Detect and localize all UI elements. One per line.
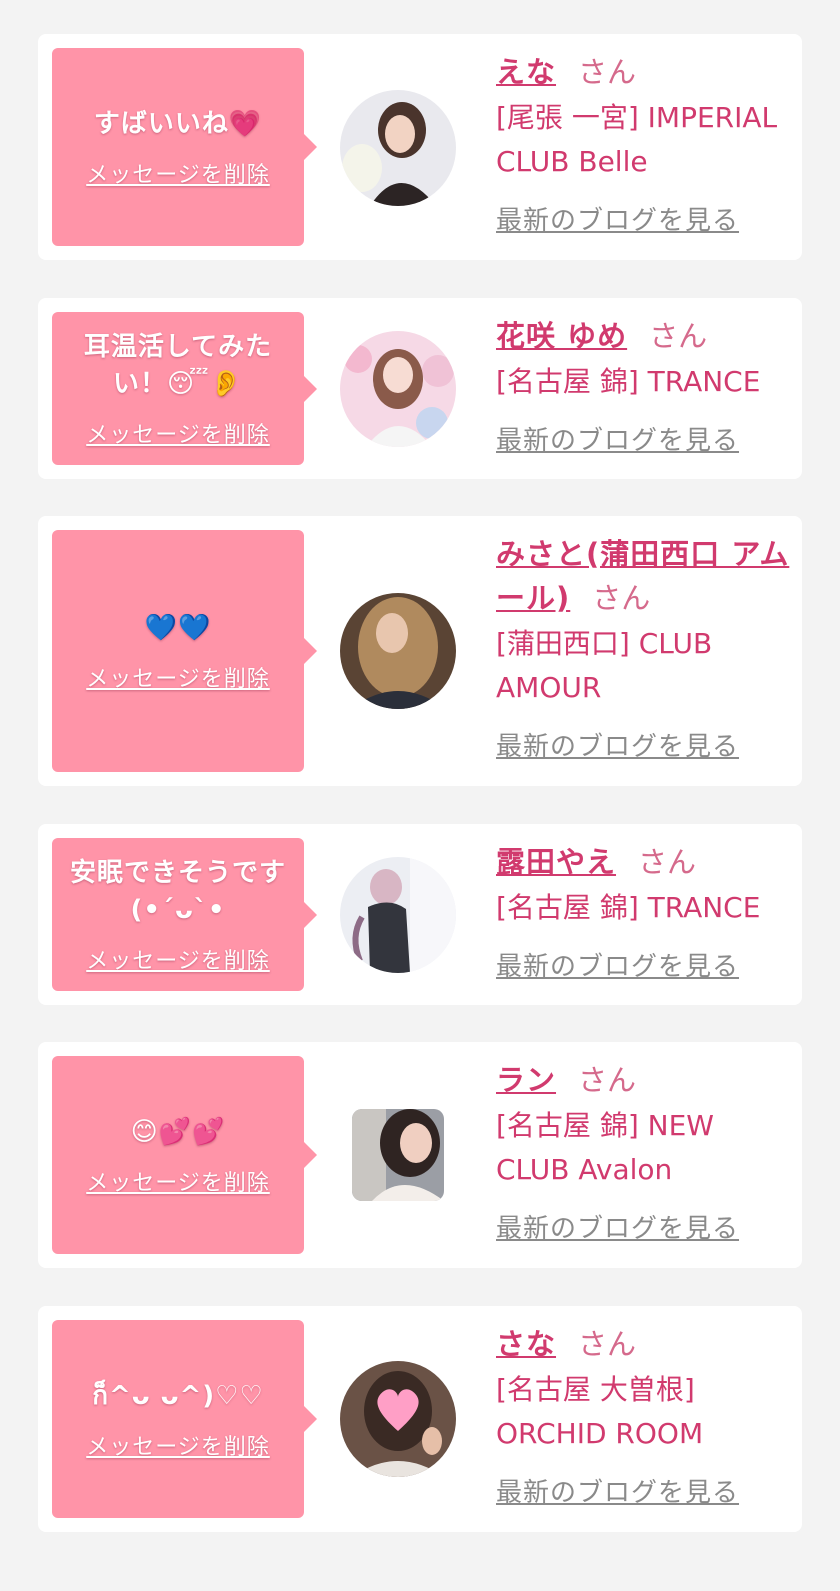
- latest-blog-link[interactable]: 最新のブログを見る: [496, 726, 796, 763]
- message-text: 安眠できそうです (•´ᴗ`•: [69, 857, 286, 925]
- message-text: 😊💕💕: [130, 1116, 226, 1147]
- cast-info: さな さん [名古屋 大曽根] ORCHID ROOM 最新のブログを見る: [496, 1322, 796, 1509]
- honorific: さん: [578, 1063, 637, 1097]
- cast-info: 花咲 ゆめ さん [名古屋 錦] TRANCE 最新のブログを見る: [496, 314, 796, 457]
- delete-message-link[interactable]: メッセージを削除: [86, 1429, 270, 1461]
- avatar-photo: [352, 1109, 444, 1201]
- message-card: 安眠できそうです (•´ᴗ`• メッセージを削除 露田やえ さん [名古屋 錦] …: [38, 824, 802, 1005]
- shop-name: [蒲田西口] CLUB AMOUR: [496, 627, 713, 704]
- latest-blog-link[interactable]: 最新のブログを見る: [496, 200, 796, 237]
- avatar-photo: [340, 90, 456, 206]
- message-card: 耳温活してみたい！😴👂 メッセージを削除 花咲 ゆめ さん [名古屋 錦] TRA…: [38, 298, 802, 479]
- cast-info: えな さん [尾張 一宮] IMPERIAL CLUB Belle 最新のブログを…: [496, 50, 796, 237]
- shop-name: [尾張 一宮] IMPERIAL CLUB Belle: [496, 101, 778, 178]
- cast-avatar[interactable]: [340, 593, 456, 709]
- cast-info: ラン さん [名古屋 錦] NEW CLUB Avalon 最新のブログを見る: [496, 1058, 796, 1245]
- cast-name-link[interactable]: えな: [496, 55, 556, 89]
- message-card: ก็^ᴗ ᴗ^)♡♡ メッセージを削除 さな さん [名古屋 大曽根] ORCHI…: [38, 1306, 802, 1532]
- shop-name: [名古屋 大曽根] ORCHID ROOM: [496, 1373, 704, 1450]
- delete-message-link[interactable]: メッセージを削除: [86, 943, 270, 975]
- cast-avatar[interactable]: [340, 1361, 456, 1477]
- cast-avatar[interactable]: [340, 331, 456, 447]
- shop-name: [名古屋 錦] TRANCE: [496, 365, 761, 398]
- message-bubble: 安眠できそうです (•´ᴗ`• メッセージを削除: [52, 838, 317, 991]
- avatar-photo: [340, 1361, 456, 1477]
- message-card: 💙💙 メッセージを削除 みさと(蒲田西口 アムール) さん [蒲田西口] CLUB…: [38, 516, 802, 786]
- cast-info: みさと(蒲田西口 アムール) さん [蒲田西口] CLUB AMOUR 最新のブロ…: [496, 532, 796, 763]
- message-text: 耳温活してみたい！😴👂: [83, 331, 273, 399]
- honorific: さん: [578, 55, 637, 89]
- message-text: 💙💙: [144, 612, 212, 643]
- delete-message-link[interactable]: メッセージを削除: [86, 157, 270, 189]
- shop-name: [名古屋 錦] TRANCE: [496, 891, 761, 924]
- message-text: すばいいね💗: [93, 108, 263, 139]
- message-card: 😊💕💕 メッセージを削除 ラン さん [名古屋 錦] NEW CLUB Avalo…: [38, 1042, 802, 1268]
- cast-avatar[interactable]: [340, 90, 456, 206]
- honorific: さん: [578, 1327, 637, 1361]
- message-text: ก็^ᴗ ᴗ^)♡♡: [92, 1380, 264, 1411]
- avatar-photo: [340, 331, 456, 447]
- delete-message-link[interactable]: メッセージを削除: [86, 661, 270, 693]
- message-bubble: 💙💙 メッセージを削除: [52, 530, 317, 772]
- shop-name: [名古屋 錦] NEW CLUB Avalon: [496, 1109, 714, 1186]
- delete-message-link[interactable]: メッセージを削除: [86, 417, 270, 449]
- cast-avatar[interactable]: [352, 1109, 444, 1201]
- avatar-photo: [340, 857, 456, 973]
- avatar-photo: [340, 593, 456, 709]
- cast-name-link[interactable]: ラン: [496, 1063, 556, 1097]
- delete-message-link[interactable]: メッセージを削除: [86, 1165, 270, 1197]
- cast-name-link[interactable]: 露田やえ: [496, 845, 616, 879]
- cast-info: 露田やえ さん [名古屋 錦] TRANCE 最新のブログを見る: [496, 840, 796, 983]
- message-card: すばいいね💗 メッセージを削除 えな さん [尾張 一宮] IMPERIAL CL…: [38, 34, 802, 260]
- honorific: さん: [638, 845, 697, 879]
- cast-avatar[interactable]: [340, 857, 456, 973]
- cast-name-link[interactable]: さな: [496, 1327, 556, 1361]
- message-bubble: すばいいね💗 メッセージを削除: [52, 48, 317, 246]
- message-bubble: 😊💕💕 メッセージを削除: [52, 1056, 317, 1254]
- latest-blog-link[interactable]: 最新のブログを見る: [496, 946, 796, 983]
- message-bubble: ก็^ᴗ ᴗ^)♡♡ メッセージを削除: [52, 1320, 317, 1518]
- honorific: さん: [649, 319, 708, 353]
- latest-blog-link[interactable]: 最新のブログを見る: [496, 420, 796, 457]
- cast-name-link[interactable]: 花咲 ゆめ: [496, 319, 627, 353]
- honorific: さん: [592, 581, 651, 615]
- message-bubble: 耳温活してみたい！😴👂 メッセージを削除: [52, 312, 317, 465]
- latest-blog-link[interactable]: 最新のブログを見る: [496, 1472, 796, 1509]
- latest-blog-link[interactable]: 最新のブログを見る: [496, 1208, 796, 1245]
- message-list: すばいいね💗 メッセージを削除 えな さん [尾張 一宮] IMPERIAL CL…: [0, 0, 840, 1591]
